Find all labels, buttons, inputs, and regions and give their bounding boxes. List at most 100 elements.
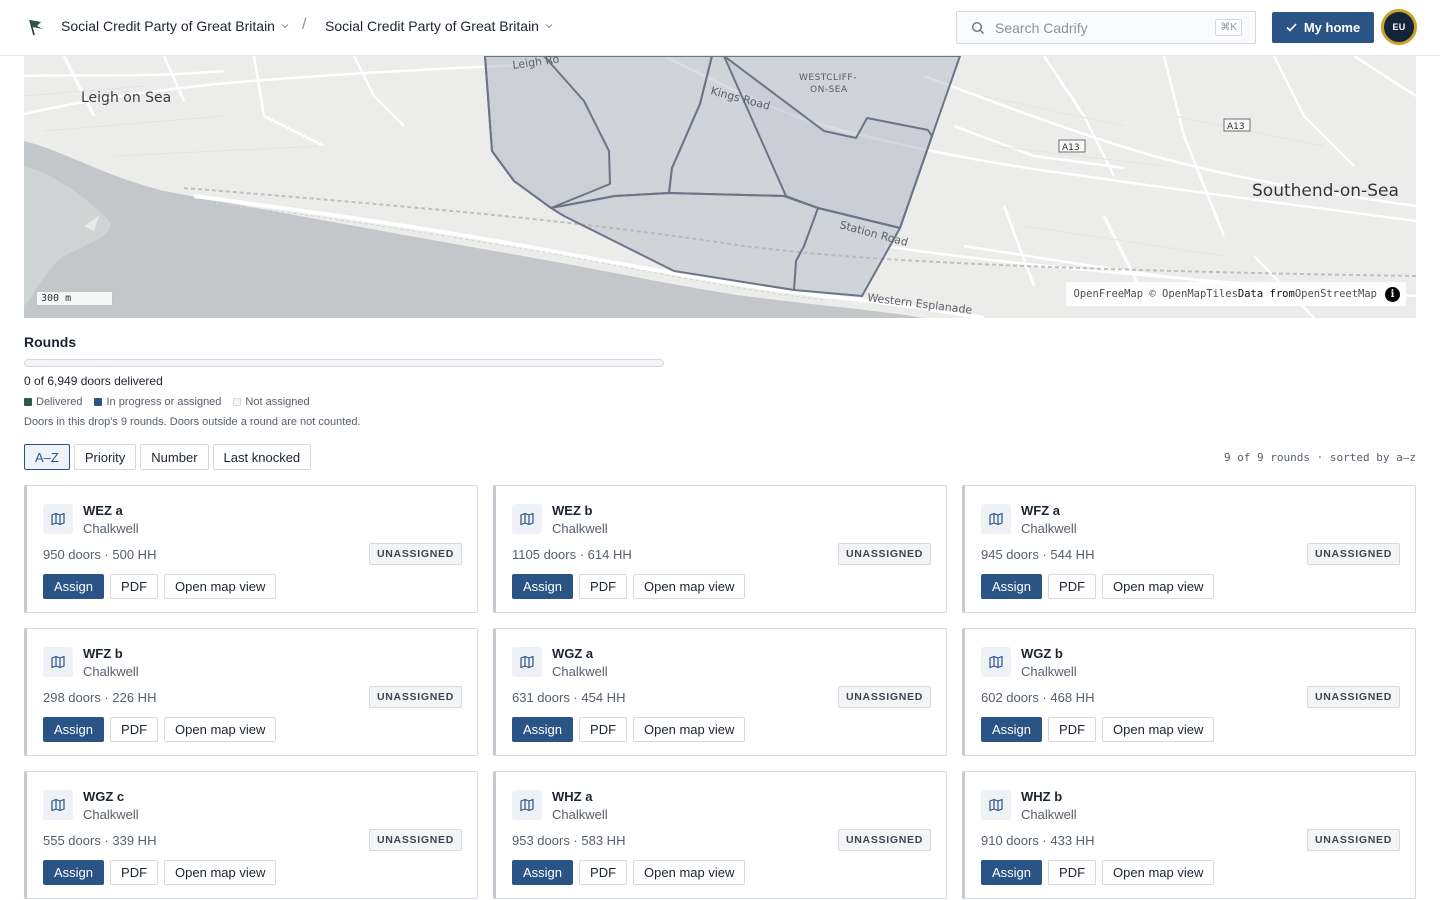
round-stats: 602 doors · 468 HH bbox=[981, 690, 1095, 705]
round-actions: Assign PDF Open map view bbox=[43, 717, 277, 742]
round-actions: Assign PDF Open map view bbox=[43, 574, 277, 599]
open-map-view-button[interactable]: Open map view bbox=[633, 574, 746, 599]
delivery-progress-bar bbox=[24, 359, 664, 367]
map-icon bbox=[512, 504, 542, 534]
sort-priority-button[interactable]: Priority bbox=[73, 444, 137, 470]
round-name: WHZ b bbox=[1021, 789, 1063, 804]
round-area: Chalkwell bbox=[83, 664, 139, 679]
round-card[interactable]: WGZ a Chalkwell 631 doors · 454 HH UNASS… bbox=[493, 628, 947, 756]
round-name: WHZ a bbox=[552, 789, 593, 804]
open-map-view-button[interactable]: Open map view bbox=[1102, 717, 1215, 742]
delivered-count: 0 of 6,949 doors delivered bbox=[24, 374, 163, 388]
map-scale: 300 m bbox=[36, 292, 113, 306]
pdf-button[interactable]: PDF bbox=[579, 717, 628, 742]
attribution-openmaptiles[interactable]: OpenFreeMap © OpenMapTiles bbox=[1074, 288, 1238, 300]
assign-button[interactable]: Assign bbox=[512, 574, 574, 599]
round-actions: Assign PDF Open map view bbox=[512, 574, 746, 599]
open-map-view-button[interactable]: Open map view bbox=[1102, 574, 1215, 599]
map-icon bbox=[43, 790, 73, 820]
round-actions: Assign PDF Open map view bbox=[981, 860, 1215, 885]
map-label-a13-2: A13 bbox=[1227, 122, 1245, 132]
round-card[interactable]: WGZ b Chalkwell 602 doors · 468 HH UNASS… bbox=[962, 628, 1416, 756]
progress-legend: Delivered In progress or assigned Not as… bbox=[24, 396, 310, 408]
round-card[interactable]: WHZ b Chalkwell 910 doors · 433 HH UNASS… bbox=[962, 771, 1416, 899]
pdf-button[interactable]: PDF bbox=[110, 717, 159, 742]
pdf-button[interactable]: PDF bbox=[1048, 574, 1097, 599]
round-card[interactable]: WEZ b Chalkwell 1105 doors · 614 HH UNAS… bbox=[493, 485, 947, 613]
sort-last-knocked-button[interactable]: Last knocked bbox=[212, 444, 312, 470]
org-switcher[interactable]: Social Credit Party of Great Britain bbox=[61, 18, 289, 34]
rounds-count: 9 of 9 rounds · sorted by a–z bbox=[1223, 451, 1416, 464]
assign-button[interactable]: Assign bbox=[43, 574, 105, 599]
assign-button[interactable]: Assign bbox=[512, 860, 574, 885]
flag-logo-icon[interactable] bbox=[26, 17, 46, 37]
round-area: Chalkwell bbox=[552, 521, 608, 536]
map-label-southend: Southend-on-Sea bbox=[1252, 181, 1399, 201]
open-map-view-button[interactable]: Open map view bbox=[1102, 860, 1215, 885]
info-icon[interactable]: i bbox=[1385, 286, 1400, 302]
pdf-button[interactable]: PDF bbox=[579, 574, 628, 599]
round-area: Chalkwell bbox=[1021, 807, 1077, 822]
assign-button[interactable]: Assign bbox=[981, 717, 1043, 742]
chevron-down-icon bbox=[545, 24, 553, 29]
round-name: WGZ c bbox=[83, 789, 125, 804]
round-card[interactable]: WFZ a Chalkwell 945 doors · 544 HH UNASS… bbox=[962, 485, 1416, 613]
status-badge: UNASSIGNED bbox=[837, 543, 931, 565]
chevron-down-icon bbox=[281, 24, 289, 29]
pdf-button[interactable]: PDF bbox=[110, 860, 159, 885]
sort-number-button[interactable]: Number bbox=[140, 444, 209, 470]
status-badge: UNASSIGNED bbox=[1306, 829, 1400, 851]
assign-button[interactable]: Assign bbox=[43, 717, 105, 742]
round-area: Chalkwell bbox=[83, 807, 139, 822]
map-label-a13: A13 bbox=[1062, 143, 1080, 153]
search-shortcut: ⌘K bbox=[1215, 19, 1242, 36]
assign-button[interactable]: Assign bbox=[981, 574, 1043, 599]
pdf-button[interactable]: PDF bbox=[579, 860, 628, 885]
attribution-osm[interactable]: OpenStreetMap bbox=[1295, 288, 1377, 300]
round-card[interactable]: WFZ b Chalkwell 298 doors · 226 HH UNASS… bbox=[24, 628, 478, 756]
open-map-view-button[interactable]: Open map view bbox=[633, 860, 746, 885]
attribution-data-from: Data from bbox=[1237, 288, 1295, 300]
my-home-label: My home bbox=[1303, 20, 1361, 35]
open-map-view-button[interactable]: Open map view bbox=[164, 574, 277, 599]
pdf-button[interactable]: PDF bbox=[1048, 717, 1097, 742]
sort-a-z-button[interactable]: A–Z bbox=[24, 444, 70, 470]
open-map-view-button[interactable]: Open map view bbox=[164, 717, 277, 742]
map-label-westcliff: WESTCLIFF- bbox=[799, 73, 857, 83]
round-area: Chalkwell bbox=[552, 807, 608, 822]
round-area: Chalkwell bbox=[1021, 521, 1077, 536]
round-name: WFZ a bbox=[1021, 503, 1060, 518]
round-name: WEZ b bbox=[552, 503, 593, 518]
map-view[interactable]: Leigh on Sea Southend-on-Sea WESTCLIFF- … bbox=[24, 56, 1416, 318]
legend-swatch bbox=[233, 398, 242, 406]
avatar[interactable]: EU bbox=[1381, 9, 1417, 45]
map-icon bbox=[43, 504, 73, 534]
search-input[interactable]: Search Cadrify ⌘K bbox=[956, 11, 1256, 44]
rounds-title: Rounds bbox=[24, 334, 77, 350]
round-name: WGZ b bbox=[1021, 646, 1063, 661]
assign-button[interactable]: Assign bbox=[981, 860, 1043, 885]
legend-label: Not assigned bbox=[245, 396, 310, 408]
round-card[interactable]: WEZ a Chalkwell 950 doors · 500 HH UNASS… bbox=[24, 485, 478, 613]
assign-button[interactable]: Assign bbox=[43, 860, 105, 885]
round-actions: Assign PDF Open map view bbox=[512, 717, 746, 742]
open-map-view-button[interactable]: Open map view bbox=[633, 717, 746, 742]
open-map-view-button[interactable]: Open map view bbox=[164, 860, 277, 885]
legend-in-progress: In progress or assigned bbox=[94, 396, 221, 408]
round-name: WGZ a bbox=[552, 646, 594, 661]
check-icon bbox=[1286, 23, 1297, 32]
map-icon bbox=[512, 647, 542, 677]
legend-label: Delivered bbox=[36, 396, 83, 408]
round-area: Chalkwell bbox=[552, 664, 608, 679]
round-stats: 555 doors · 339 HH bbox=[43, 833, 157, 848]
round-card[interactable]: WGZ c Chalkwell 555 doors · 339 HH UNASS… bbox=[24, 771, 478, 899]
pdf-button[interactable]: PDF bbox=[1048, 860, 1097, 885]
map-attribution: OpenFreeMap © OpenMapTiles Data from Ope… bbox=[1065, 282, 1406, 306]
workspace-switcher[interactable]: Social Credit Party of Great Britain bbox=[325, 18, 553, 34]
pdf-button[interactable]: PDF bbox=[110, 574, 159, 599]
assign-button[interactable]: Assign bbox=[512, 717, 574, 742]
my-home-button[interactable]: My home bbox=[1272, 12, 1374, 43]
round-stats: 910 doors · 433 HH bbox=[981, 833, 1095, 848]
round-card[interactable]: WHZ a Chalkwell 953 doors · 583 HH UNASS… bbox=[493, 771, 947, 899]
legend-delivered: Delivered bbox=[24, 396, 82, 408]
